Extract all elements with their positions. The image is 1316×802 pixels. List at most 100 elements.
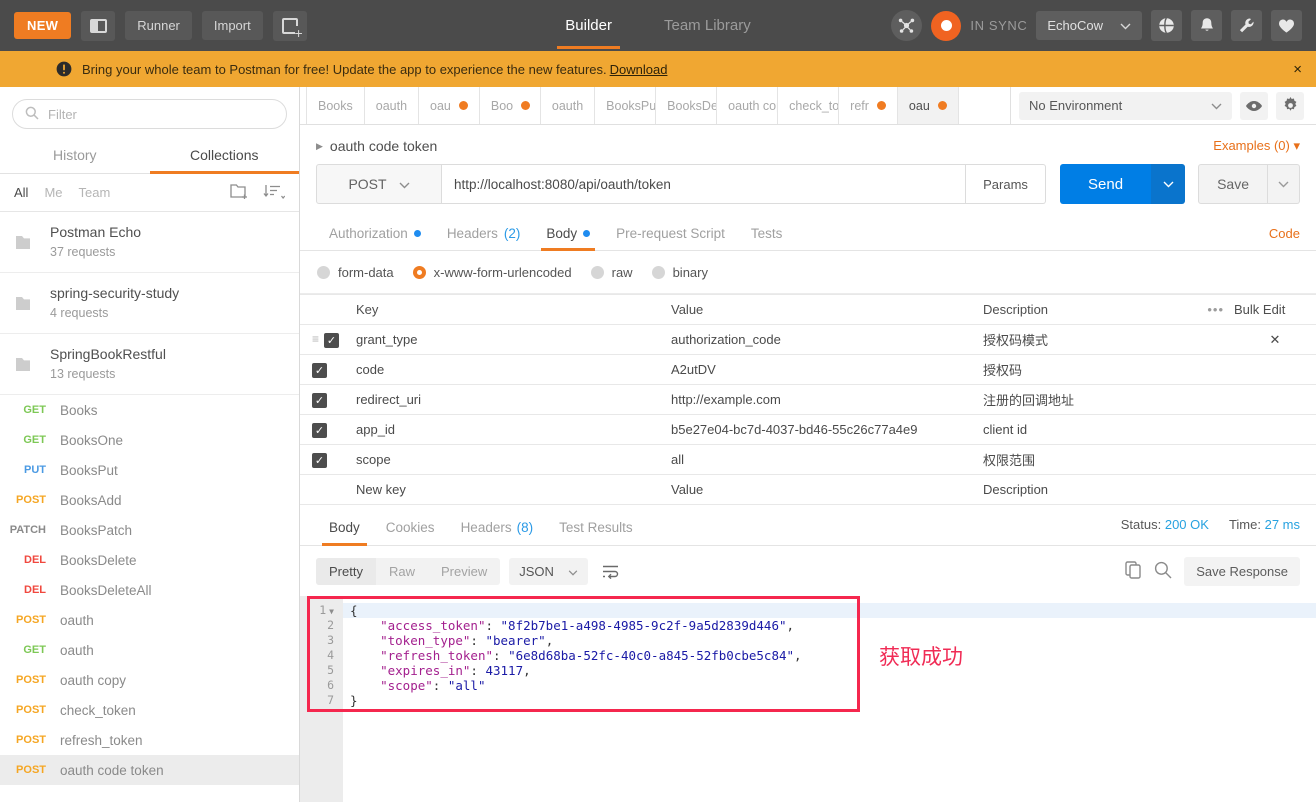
response-tab-headers[interactable]: Headers (8) [448,514,547,545]
new-description-input[interactable]: Description [973,474,1316,505]
row-value[interactable]: all [661,444,973,475]
checkbox-checked[interactable]: ✓ [312,362,327,378]
response-tab-body[interactable]: Body [316,514,373,546]
format-select[interactable]: JSON [509,558,588,585]
new-tab-button[interactable] [272,10,307,41]
table-row[interactable]: ✓ app_id b5e27e04-bc7d-4037-bd46-55c26c7… [300,414,1316,445]
scope-me[interactable]: Me [44,185,62,200]
fold-caret-icon[interactable]: ▼ [329,607,334,616]
tab-pre-request-script[interactable]: Pre-request Script [603,220,738,250]
tab-books[interactable]: Books [306,87,365,124]
table-row[interactable]: ✓ code A2utDV 授权码 [300,354,1316,385]
globe-icon[interactable] [1151,10,1182,41]
bulk-edit-link[interactable]: Bulk Edit [1224,294,1316,325]
radio-form-data[interactable]: form-data [317,265,394,280]
request-item-oauth-copy[interactable]: POST oauth copy [0,665,299,695]
more-icon[interactable]: ••• [1207,302,1224,317]
send-button[interactable]: Send [1060,164,1152,204]
row-value[interactable]: b5e27e04-bc7d-4037-bd46-55c26c77a4e9 [661,414,973,445]
radio-x-www-form-urlencoded[interactable]: x-www-form-urlencoded [412,265,572,280]
row-key[interactable]: grant_type [346,324,661,355]
import-button[interactable]: Import [201,11,263,40]
table-row[interactable]: ≡ ✓ grant_type authorization_code 授权码模式 ✕ [300,324,1316,355]
sidebar-tab-collections[interactable]: Collections [149,139,300,174]
table-row[interactable]: ✓ scope all 权限范围 [300,444,1316,475]
request-item-refresh-token[interactable]: POST refresh_token [0,725,299,755]
tab-authorization[interactable]: Authorization [316,220,434,250]
row-description[interactable]: client id [973,414,1224,445]
tab-oauth-4[interactable]: oauth [539,87,596,124]
close-icon[interactable]: × [1293,61,1302,78]
response-body-viewer[interactable]: 1 ▼ 2 3 4 5 6 7 { "access_token": "8f2b7b… [300,596,1316,802]
response-json[interactable]: { "access_token": "8f2b7be1-a498-4985-9c… [343,596,1316,802]
row-delete-icon[interactable]: ✕ [1224,324,1316,355]
table-new-row[interactable]: New key Value Description [300,474,1316,505]
save-options-button[interactable] [1268,164,1300,204]
save-button[interactable]: Save [1198,164,1268,204]
bell-icon[interactable] [1191,10,1222,41]
scope-all[interactable]: All [14,185,28,200]
row-delete-icon[interactable] [1224,384,1316,415]
request-item-booksdeleteall[interactable]: DEL BooksDeleteAll [0,575,299,605]
environment-select[interactable]: No Environment [1019,91,1232,120]
user-menu-button[interactable]: EchoCow [1036,11,1142,40]
row-description[interactable]: 授权码模式 [973,324,1224,355]
new-folder-icon[interactable] [230,183,249,202]
row-delete-icon[interactable] [1224,414,1316,445]
row-key[interactable]: scope [346,444,661,475]
collection-item[interactable]: Postman Echo 37 requests [0,212,299,273]
row-value[interactable]: A2utDV [661,354,973,385]
view-mode-raw[interactable]: Raw [376,558,428,585]
table-row[interactable]: ✓ redirect_uri http://example.com 注册的回调地… [300,384,1316,415]
request-item-bookspatch[interactable]: PATCH BooksPatch [0,515,299,545]
tab-headers[interactable]: Headers (2) [434,220,534,250]
code-link[interactable]: Code [1269,226,1300,250]
radio-binary[interactable]: binary [651,265,708,280]
tab-oauth-copy[interactable]: oauth cop [716,87,779,124]
row-description[interactable]: 授权码 [973,354,1224,385]
request-item-booksdelete[interactable]: DEL BooksDelete [0,545,299,575]
tab-check-token[interactable]: check_tok [777,87,840,124]
checkbox-checked[interactable]: ✓ [324,332,340,348]
request-item-oauth-post[interactable]: POST oauth [0,605,299,635]
checkbox-checked[interactable]: ✓ [312,422,327,438]
banner-download-link[interactable]: Download [610,62,668,77]
new-button[interactable]: NEW [14,12,72,39]
method-select[interactable]: POST [316,164,442,204]
row-description[interactable]: 权限范围 [973,444,1224,475]
row-delete-icon[interactable] [1224,354,1316,385]
word-wrap-icon[interactable] [597,558,625,586]
gear-icon[interactable] [1276,91,1304,120]
row-value[interactable]: http://example.com [661,384,973,415]
tab-oau-2[interactable]: oau [418,87,480,124]
tab-oauth-code-token[interactable]: oau [896,87,959,124]
runner-button[interactable]: Runner [125,11,192,40]
response-tab-test-results[interactable]: Test Results [546,514,646,545]
tab-oauth-1[interactable]: oauth [363,87,420,124]
new-value-input[interactable]: Value [661,474,973,505]
row-value[interactable]: authorization_code [661,324,973,355]
request-item-books[interactable]: GET Books [0,395,299,425]
interceptor-icon[interactable] [891,10,923,41]
search-icon[interactable] [1154,561,1172,582]
request-item-booksone[interactable]: GET BooksOne [0,425,299,455]
heart-icon[interactable] [1271,10,1302,41]
params-button[interactable]: Params [966,164,1047,204]
eye-icon[interactable] [1240,91,1268,120]
sync-status-icon[interactable] [931,10,962,41]
sidebar-toggle-button[interactable] [81,10,116,41]
row-key[interactable]: code [346,354,661,385]
tab-body[interactable]: Body [533,220,603,251]
tab-tests[interactable]: Tests [738,220,796,250]
send-options-button[interactable] [1151,164,1186,204]
request-item-booksput[interactable]: PUT BooksPut [0,455,299,485]
collection-item[interactable]: SpringBookRestful 13 requests [0,334,299,395]
view-mode-preview[interactable]: Preview [428,558,500,585]
checkbox-checked[interactable]: ✓ [312,452,327,468]
sort-icon[interactable] [263,184,286,202]
tab-team-library[interactable]: Team Library [660,3,755,49]
request-item-booksadd[interactable]: POST BooksAdd [0,485,299,515]
sidebar-tab-history[interactable]: History [0,139,150,173]
row-key[interactable]: redirect_uri [346,384,661,415]
save-response-button[interactable]: Save Response [1184,557,1300,586]
